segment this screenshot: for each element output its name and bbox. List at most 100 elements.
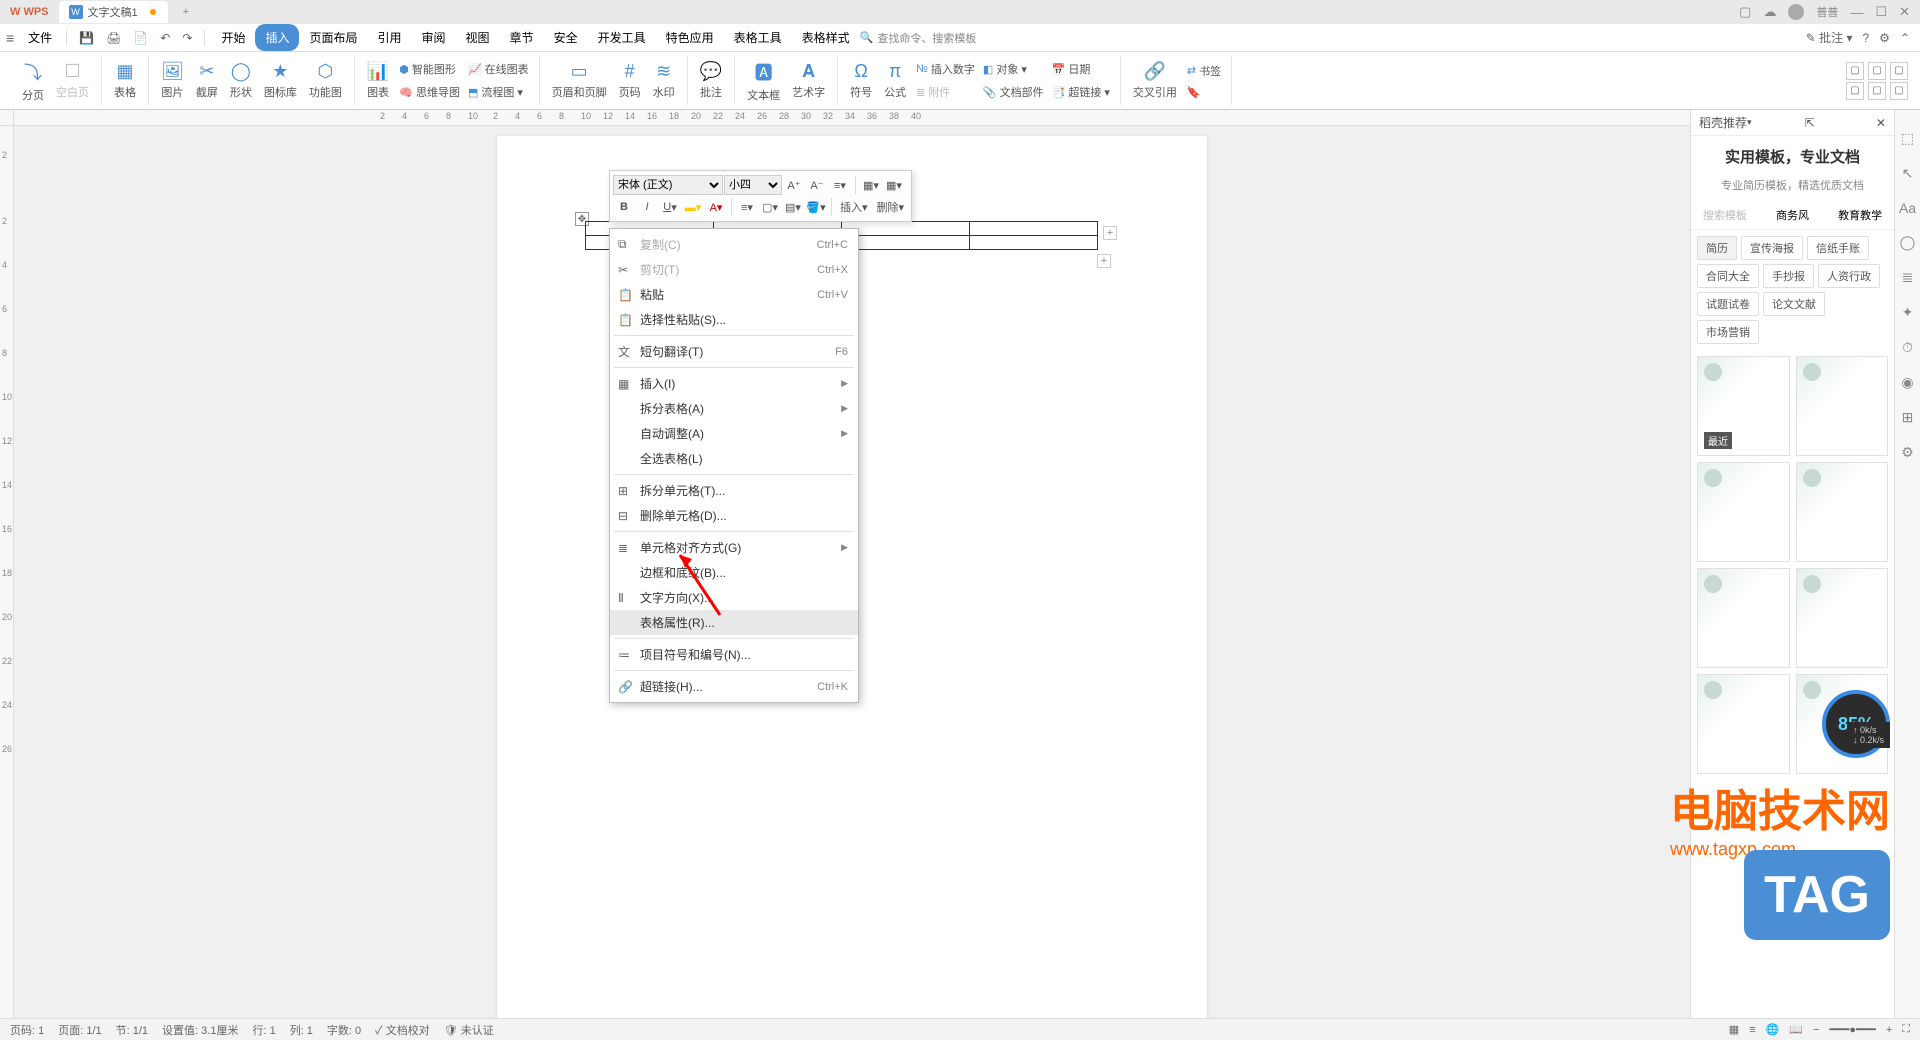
blank-page-button[interactable]: ☐空白页 [50,59,95,102]
menu-translate[interactable]: 文短句翻译(T)F6 [610,339,858,364]
status-position[interactable]: 设置值: 3.1厘米 [162,1022,238,1038]
comment-button[interactable]: 💬批注 [694,59,728,102]
print-icon[interactable]: 🖨 [100,31,127,45]
menu-delete-cell[interactable]: ⊟删除单元格(D)... [610,503,858,528]
tag-thesis[interactable]: 论文文献 [1763,292,1825,316]
tag-exam[interactable]: 试题试卷 [1697,292,1759,316]
menu-autofit[interactable]: 自动调整(A)▶ [610,421,858,446]
menu-split-table[interactable]: 拆分表格(A)▶ [610,396,858,421]
shading-icon[interactable]: ▤▾ [782,196,804,218]
view-layout-icon[interactable]: ▦ [1729,1023,1739,1036]
collapse-ribbon-icon[interactable]: ⌃ [1900,31,1910,45]
tab-sections[interactable]: 章节 [500,24,544,51]
menu-hyperlink[interactable]: 🔗超链接(H)...Ctrl+K [610,674,858,699]
add-column-button[interactable]: + [1103,226,1117,240]
view-2[interactable]: ▢ [1868,62,1886,80]
flowchart-button[interactable]: ⬒流程图 ▾ [464,82,533,102]
border-icon[interactable]: ▢▾ [759,196,781,218]
view-outline-icon[interactable]: ≡ [1749,1024,1755,1036]
date-button[interactable]: 📅日期 [1048,59,1114,79]
tag-poster[interactable]: 宣传海报 [1741,236,1803,260]
document-tab[interactable]: W 文字文稿1 [59,1,168,23]
minimize-button[interactable]: — [1850,5,1863,20]
table-style-icon[interactable]: ▦▾ [883,174,905,196]
zoom-slider[interactable]: ━━━●━━━ [1829,1023,1875,1036]
tab-layout[interactable]: 页面布局 [299,24,367,51]
mini-delete-button[interactable]: 删除▾ [873,196,909,218]
font-grow-icon[interactable]: A⁺ [783,174,805,196]
menu-bullets[interactable]: ≔项目符号和编号(N)... [610,642,858,667]
filter-search[interactable]: 搜索模板 [1691,201,1759,229]
menu-cut[interactable]: ✂剪切(T)Ctrl+X [610,257,858,282]
menu-table-properties[interactable]: 表格属性(R)... [610,610,858,635]
cloud-icon[interactable]: ☁ [1763,4,1776,20]
strip-select-icon[interactable]: ↖ [1902,165,1914,182]
wordart-button[interactable]: 𝐀艺术字 [786,59,831,102]
status-words[interactable]: 字数: 0 [327,1022,361,1038]
status-proofing[interactable]: ✓ 文档校对 [375,1022,430,1038]
zoom-in-icon[interactable]: + [1886,1024,1892,1036]
template-item[interactable] [1697,674,1790,774]
tab-references[interactable]: 引用 [368,24,412,51]
tab-table-style[interactable]: 表格样式 [792,24,860,51]
status-page-of[interactable]: 页面: 1/1 [58,1022,101,1038]
help-icon[interactable]: ? [1862,31,1869,45]
cross-ref-button[interactable]: ⇄书签 [1183,61,1225,81]
fill-icon[interactable]: 🪣▾ [805,196,827,218]
tab-start[interactable]: 开始 [211,24,255,51]
italic-icon[interactable]: I [636,196,658,218]
template-item[interactable] [1796,674,1889,774]
fullscreen-icon[interactable]: ⛶ [1902,1023,1910,1036]
tab-table-tools[interactable]: 表格工具 [724,24,792,51]
menu-cell-align[interactable]: ≣单元格对齐方式(G)▶ [610,535,858,560]
table-button[interactable]: ▦表格 [108,59,142,102]
dropcap-button[interactable]: ≣附件 [912,82,979,102]
strip-grid-icon[interactable]: ⊞ [1902,409,1914,426]
save-icon[interactable]: 💾 [73,31,100,45]
chart-button[interactable]: 📊图表 [361,59,395,102]
template-item[interactable]: 最近 [1697,356,1790,456]
menu-borders[interactable]: 边框和底纹(B)... [610,560,858,585]
tab-review[interactable]: 审阅 [412,24,456,51]
menu-insert[interactable]: ▦插入(I)▶ [610,371,858,396]
textbox-button[interactable]: 🅰文本框 [741,57,786,105]
tab-special[interactable]: 特色应用 [656,24,724,51]
smart-graphic-button[interactable]: ⬢智能图形 [395,59,464,79]
bullet-list-icon[interactable]: ≡▾ [829,174,851,196]
number-button[interactable]: №插入数字 [912,59,979,79]
undo-icon[interactable]: ↶ [154,31,176,45]
view-5[interactable]: ▢ [1868,82,1886,100]
comments-button[interactable]: ✎ 批注 ▾ [1806,29,1853,46]
template-item[interactable] [1796,462,1889,562]
strip-style-icon[interactable]: Aa [1899,200,1916,216]
menu-paste-special[interactable]: 📋选择性粘贴(S)... [610,307,858,332]
page-break-button[interactable]: ⤵分页 [16,57,50,105]
view-1[interactable]: ▢ [1846,62,1864,80]
filter-education[interactable]: 教育教学 [1826,201,1894,229]
status-column[interactable]: 列: 1 [290,1022,313,1038]
font-color-icon[interactable]: A▾ [705,196,727,218]
tag-marketing[interactable]: 市场营销 [1697,320,1759,344]
attachment-button[interactable]: 📎文档部件 [979,82,1048,102]
close-button[interactable]: ✕ [1899,4,1910,20]
doc-parts-button[interactable]: 📑超链接 ▾ [1048,82,1114,102]
picture-button[interactable]: 🖼图片 [155,59,190,102]
menu-split-cell[interactable]: ⊞拆分单元格(T)... [610,478,858,503]
mindmap-button[interactable]: 🧠思维导图 [395,82,464,102]
smartart-button[interactable]: ⬡功能图 [303,59,348,102]
view-3[interactable]: ▢ [1890,62,1908,80]
underline-icon[interactable]: U▾ [659,196,681,218]
online-chart-button[interactable]: 📈在线图表 [464,59,533,79]
screenshot-button[interactable]: ✂截屏 [190,59,224,102]
view-4[interactable]: ▢ [1846,82,1864,100]
settings-icon[interactable]: ⚙ [1879,31,1890,45]
align-icon[interactable]: ≡▾ [736,196,758,218]
watermark-button[interactable]: ≋水印 [647,59,681,102]
header-footer-button[interactable]: ▭页眉和页脚 [546,59,613,102]
tag-contract[interactable]: 合同大全 [1697,264,1759,288]
strip-clock-icon[interactable]: ⏱ [1902,339,1913,356]
menu-paste[interactable]: 📋粘贴Ctrl+V [610,282,858,307]
horizontal-ruler[interactable]: 2 4 6 8 10 2 4 6 8 10 12 14 16 18 20 22 … [14,110,1920,126]
highlight-icon[interactable]: ▬▾ [682,196,704,218]
page-number-button[interactable]: #页码 [613,59,647,102]
